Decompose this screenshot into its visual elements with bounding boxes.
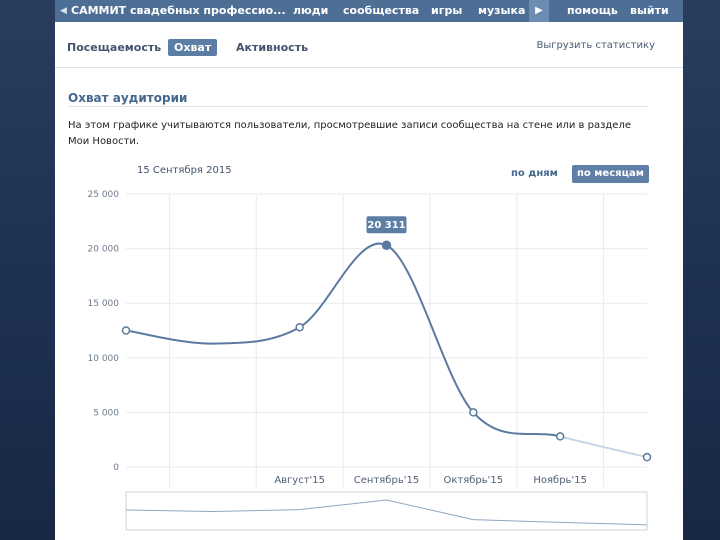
y-tick-label: 10 000 [88,354,120,364]
chart-points [121,240,652,462]
x-tick-label: Ноябрь'15 [533,475,587,486]
x-tick-label: Август'15 [274,475,325,486]
y-tick-label: 5 000 [93,408,119,418]
data-point [555,432,565,441]
y-axis-ticks: 25 000 20 000 15 000 10 000 5 000 0 [88,190,120,473]
chart-navigator[interactable] [125,491,648,531]
slide-background-left [0,0,55,540]
slide-background-right [683,0,720,540]
chart-tooltip: 20 311 [366,216,407,234]
y-tick-label: 20 000 [88,245,120,255]
y-tick-label: 0 [113,463,119,473]
reach-chart[interactable]: 25 000 20 000 15 000 10 000 5 000 0 Август'15… [55,0,683,540]
data-point [642,452,652,462]
tooltip-value: 20 311 [367,220,405,231]
data-point [121,326,131,335]
data-point [295,322,304,332]
data-point [381,240,392,250]
chart-series [125,242,648,459]
x-axis-ticks: Август'15 Сентябрь'15 Октябрь'15 Ноябрь'15 [274,475,587,486]
data-point [469,408,478,417]
x-tick-label: Октябрь'15 [444,475,504,486]
y-tick-label: 25 000 [88,190,120,200]
stats-page: ◀ САММИТ свадебных профессио... люди соо… [55,0,683,540]
x-tick-label: Сентябрь'15 [354,475,419,486]
y-tick-label: 15 000 [88,299,120,309]
chart-grid [126,193,647,487]
